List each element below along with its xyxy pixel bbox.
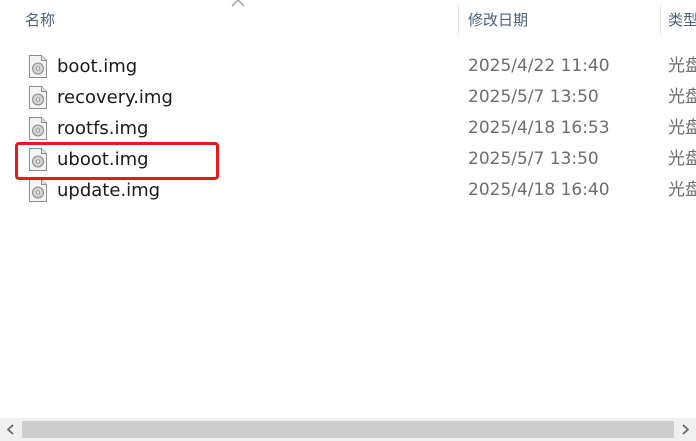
file-type: 光盘: [668, 56, 696, 76]
column-divider[interactable]: [660, 4, 661, 36]
file-name: boot.img: [57, 56, 138, 77]
file-modified-date: 2025/5/7 13:50: [468, 87, 599, 107]
column-header-row: 名称 修改日期 类型: [0, 0, 696, 40]
horizontal-scrollbar[interactable]: [0, 418, 696, 441]
file-list: boot.img 2025/4/22 11:40 光盘 recovery.img…: [0, 51, 696, 206]
column-divider[interactable]: [458, 4, 459, 36]
file-row-recovery[interactable]: recovery.img 2025/5/7 13:50 光盘: [0, 82, 696, 113]
disc-image-file-icon: [29, 179, 47, 202]
file-type: 光盘: [668, 87, 696, 107]
file-name: rootfs.img: [57, 118, 149, 139]
file-type: 光盘: [668, 149, 696, 169]
column-header-date[interactable]: 修改日期: [468, 0, 658, 40]
file-row-boot[interactable]: boot.img 2025/4/22 11:40 光盘: [0, 51, 696, 82]
disc-image-file-icon: [29, 86, 47, 109]
scrollbar-thumb[interactable]: [22, 421, 674, 438]
column-header-type[interactable]: 类型: [668, 0, 696, 40]
file-row-update[interactable]: update.img 2025/4/18 16:40 光盘: [0, 175, 696, 206]
file-name: recovery.img: [57, 87, 173, 108]
sort-ascending-icon: [231, 0, 245, 7]
file-name: uboot.img: [57, 149, 149, 170]
disc-image-file-icon: [29, 148, 47, 171]
file-row-uboot[interactable]: uboot.img 2025/5/7 13:50 光盘: [0, 144, 696, 175]
disc-image-file-icon: [29, 55, 47, 78]
file-modified-date: 2025/5/7 13:50: [468, 149, 599, 169]
file-explorer-list: 名称 修改日期 类型 boot.img 2025/4/22 11:40 光盘 r…: [0, 0, 696, 441]
file-modified-date: 2025/4/18 16:53: [468, 118, 610, 138]
scroll-right-arrow-icon[interactable]: [674, 418, 696, 441]
file-name: update.img: [57, 180, 161, 201]
scroll-left-arrow-icon[interactable]: [0, 418, 22, 441]
file-type: 光盘: [668, 180, 696, 200]
file-type: 光盘: [668, 118, 696, 138]
file-modified-date: 2025/4/22 11:40: [468, 56, 610, 76]
disc-image-file-icon: [29, 117, 47, 140]
file-modified-date: 2025/4/18 16:40: [468, 180, 610, 200]
file-row-rootfs[interactable]: rootfs.img 2025/4/18 16:53 光盘: [0, 113, 696, 144]
